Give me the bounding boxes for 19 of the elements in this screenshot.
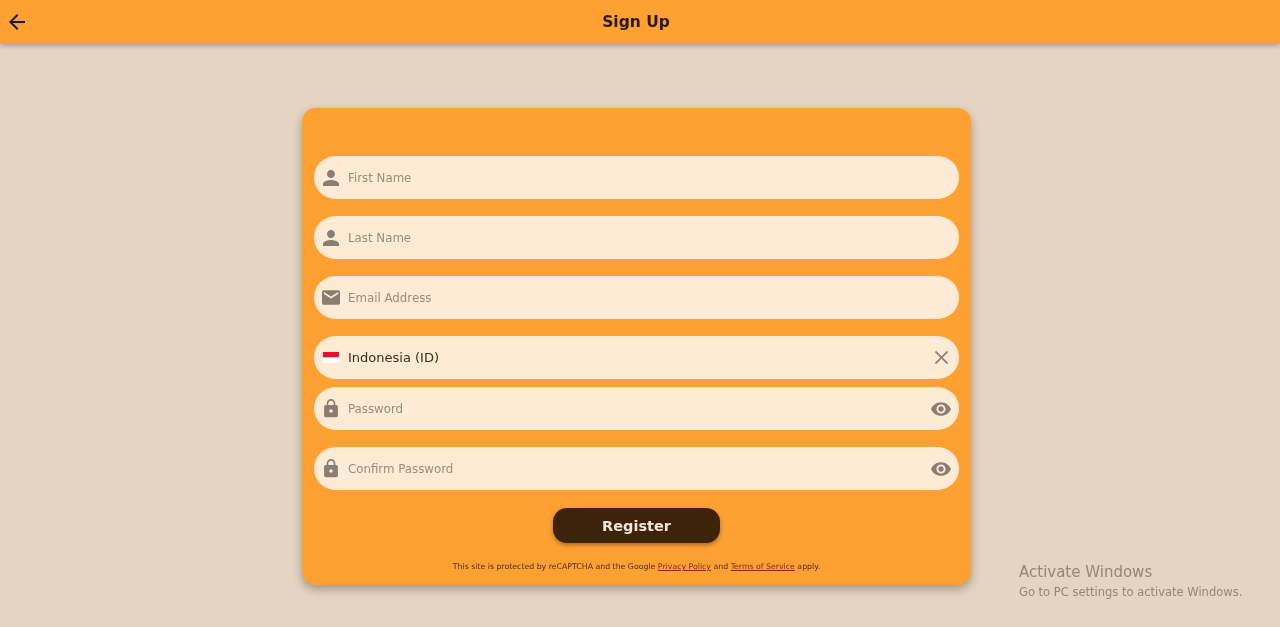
activation-title: Activate Windows: [1019, 563, 1154, 581]
email-field[interactable]: Email Address: [314, 276, 959, 319]
flag-icon: [323, 352, 339, 363]
person-icon: [323, 169, 339, 186]
password-field[interactable]: Password: [314, 387, 959, 430]
password-field[interactable]: Confirm Password: [314, 447, 959, 490]
person-icon: [323, 229, 339, 246]
country-field[interactable]: Indonesia (ID): [314, 336, 959, 379]
lock-icon: [324, 399, 338, 418]
back-arrow-icon[interactable]: [9, 14, 25, 30]
page-title: Sign Up: [602, 13, 670, 31]
eye-icon[interactable]: [931, 461, 951, 476]
activation-message: Go to PC settings to activate Windows.: [1019, 585, 1243, 599]
register-button[interactable]: Register: [553, 508, 720, 543]
lock-icon: [324, 459, 338, 478]
name-field[interactable]: Last Name: [314, 216, 959, 259]
name-field[interactable]: First Name: [314, 156, 959, 199]
eye-icon[interactable]: [931, 401, 951, 416]
close-icon[interactable]: [934, 351, 948, 364]
